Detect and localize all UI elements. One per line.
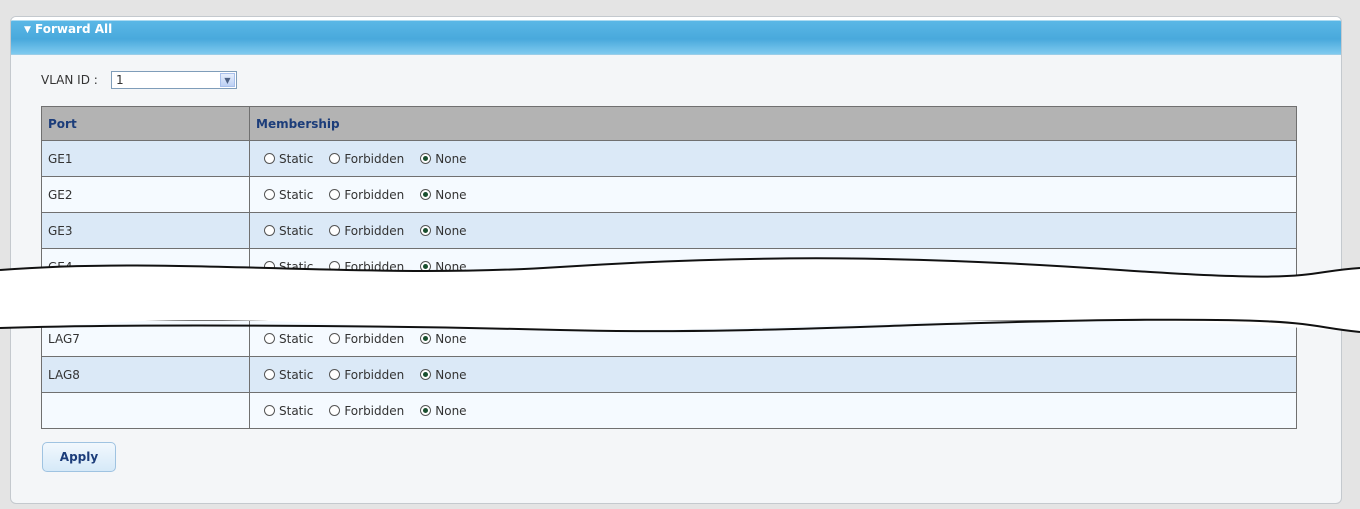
- vlan-id-value: 1: [116, 73, 124, 87]
- table-row: GE3 Static Forbidden None: [41, 212, 1297, 249]
- radio-forbidden-icon[interactable]: [329, 189, 341, 200]
- port-column-header: Port: [41, 106, 250, 141]
- radio-static-icon[interactable]: [264, 369, 275, 380]
- panel-title: Forward All: [35, 22, 113, 36]
- radio-none-label[interactable]: None: [435, 152, 466, 166]
- vlan-id-label: VLAN ID :: [41, 73, 98, 87]
- membership-options: Static Forbidden None: [256, 188, 1290, 202]
- radio-forbidden-label[interactable]: Forbidden: [344, 224, 404, 238]
- radio-none-label[interactable]: None: [435, 188, 466, 202]
- vlan-id-select[interactable]: 1 ▼: [111, 71, 237, 89]
- radio-static-icon[interactable]: [264, 153, 275, 164]
- radio-none-icon[interactable]: [420, 369, 432, 380]
- membership-cell: Static Forbidden None: [249, 176, 1297, 213]
- radio-static-icon[interactable]: [264, 189, 275, 200]
- radio-static-icon[interactable]: [264, 405, 275, 416]
- port-cell: [41, 392, 250, 429]
- radio-none-label[interactable]: None: [435, 368, 466, 382]
- radio-static-label[interactable]: Static: [279, 188, 313, 202]
- membership-options: Static Forbidden None: [256, 152, 1290, 166]
- membership-options: Static Forbidden None: [256, 368, 1290, 382]
- radio-none-icon[interactable]: [420, 405, 432, 416]
- membership-column-header: Membership: [249, 106, 1297, 141]
- radio-forbidden-label[interactable]: Forbidden: [344, 368, 404, 382]
- membership-options: Static Forbidden None: [256, 224, 1290, 238]
- radio-none-icon[interactable]: [420, 153, 432, 164]
- radio-static-label[interactable]: Static: [279, 152, 313, 166]
- collapse-triangle-icon[interactable]: ▼: [24, 25, 31, 35]
- radio-forbidden-label[interactable]: Forbidden: [344, 404, 404, 418]
- radio-forbidden-icon[interactable]: [329, 369, 341, 380]
- panel-header[interactable]: ▼ Forward All: [11, 17, 1341, 55]
- table-row: Static Forbidden None: [41, 392, 1297, 429]
- radio-none-label[interactable]: None: [435, 404, 466, 418]
- membership-options: Static Forbidden None: [256, 404, 1290, 418]
- table-header-row: Port Membership: [41, 106, 1297, 141]
- chevron-down-icon[interactable]: ▼: [220, 73, 235, 87]
- radio-forbidden-icon[interactable]: [329, 225, 341, 236]
- membership-cell: Static Forbidden None: [249, 392, 1297, 429]
- table-row: GE1 Static Forbidden None: [41, 140, 1297, 177]
- membership-cell: Static Forbidden None: [249, 212, 1297, 249]
- membership-cell: Static Forbidden None: [249, 356, 1297, 393]
- membership-cell: Static Forbidden None: [249, 140, 1297, 177]
- port-cell: GE2: [41, 176, 250, 213]
- port-cell: LAG8: [41, 356, 250, 393]
- radio-static-label[interactable]: Static: [279, 404, 313, 418]
- break-indicator: [0, 257, 1360, 333]
- radio-none-icon[interactable]: [420, 225, 432, 236]
- table-row: GE2 Static Forbidden None: [41, 176, 1297, 213]
- radio-none-label[interactable]: None: [435, 224, 466, 238]
- port-cell: GE1: [41, 140, 250, 177]
- port-cell: GE3: [41, 212, 250, 249]
- radio-static-label[interactable]: Static: [279, 224, 313, 238]
- table-row: LAG8 Static Forbidden None: [41, 356, 1297, 393]
- apply-button[interactable]: Apply: [42, 442, 116, 472]
- radio-static-label[interactable]: Static: [279, 368, 313, 382]
- radio-forbidden-label[interactable]: Forbidden: [344, 188, 404, 202]
- radio-forbidden-icon[interactable]: [329, 405, 341, 416]
- radio-none-icon[interactable]: [420, 189, 432, 200]
- radio-forbidden-label[interactable]: Forbidden: [344, 152, 404, 166]
- radio-static-icon[interactable]: [264, 225, 275, 236]
- radio-forbidden-icon[interactable]: [329, 153, 341, 164]
